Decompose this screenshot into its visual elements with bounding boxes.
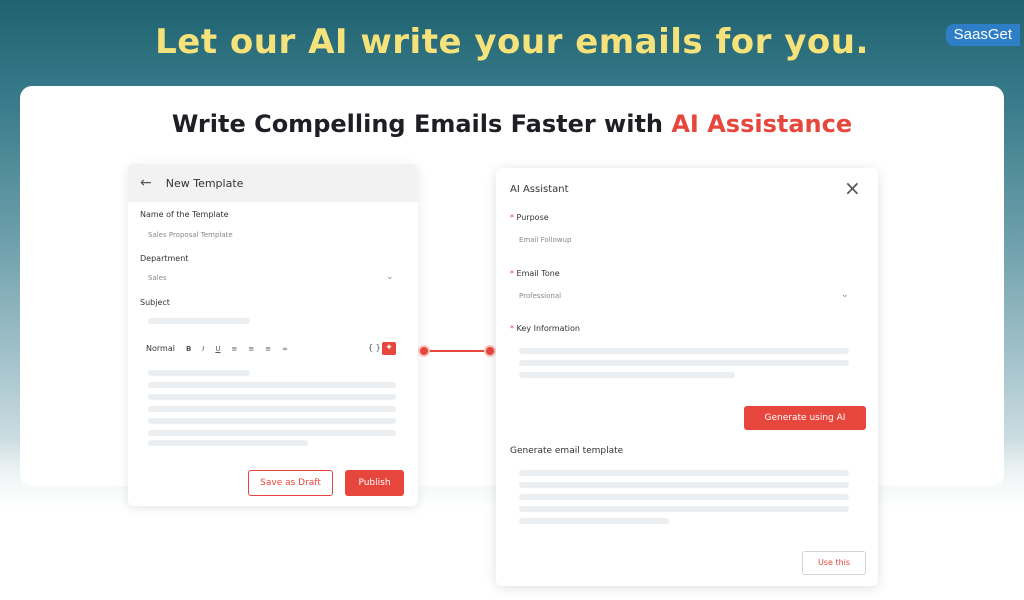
card-subhead: Write Compelling Emails Faster with AI A…: [0, 110, 1024, 138]
italic-button[interactable]: I: [202, 345, 204, 353]
purpose-label: * Purpose: [510, 213, 549, 222]
generate-ai-button[interactable]: Generate using AI: [744, 406, 866, 430]
connector-dot: [484, 345, 496, 357]
back-arrow-icon[interactable]: ←: [140, 175, 152, 191]
tone-label-text: Email Tone: [516, 269, 560, 278]
body-line: [148, 418, 396, 424]
key-info-line: [519, 360, 849, 366]
subhead-main: Write Compelling Emails Faster with: [171, 110, 672, 138]
save-draft-button[interactable]: Save as Draft: [248, 470, 333, 496]
panel-connector: [418, 345, 496, 357]
generated-line: [519, 470, 849, 476]
key-info-label-text: Key Information: [516, 324, 580, 333]
chevron-down-icon[interactable]: ⌄: [841, 290, 849, 300]
code-button[interactable]: { }: [368, 343, 381, 352]
body-line: [148, 406, 396, 412]
publish-button[interactable]: Publish: [345, 470, 404, 496]
bullet-list-icon[interactable]: ≡: [248, 345, 254, 353]
generated-line: [519, 482, 849, 488]
key-info-label: * Key Information: [510, 324, 580, 333]
required-mark: *: [510, 213, 514, 222]
key-info-line: [519, 372, 735, 378]
connector-line: [424, 350, 490, 352]
tone-label: * Email Tone: [510, 269, 560, 278]
generated-line: [519, 518, 669, 524]
template-header: ← New Template: [128, 164, 418, 202]
link-icon[interactable]: ∞: [282, 345, 288, 353]
body-line: [148, 394, 396, 400]
subject-label: Subject: [140, 298, 170, 307]
template-name-input[interactable]: Sales Proposal Template: [148, 231, 233, 239]
key-info-line[interactable]: [519, 348, 849, 354]
template-name-label: Name of the Template: [140, 210, 229, 219]
purpose-label-text: Purpose: [516, 213, 549, 222]
body-line: [148, 382, 396, 388]
headline: Let our AI write your emails for you.: [155, 22, 869, 62]
required-mark: *: [510, 324, 514, 333]
align-icon[interactable]: ≡: [232, 345, 238, 353]
body-line: [148, 370, 250, 376]
new-template-panel: ← New Template Name of the Template Sale…: [128, 164, 418, 506]
close-icon[interactable]: ×: [844, 176, 861, 200]
assistant-title: AI Assistant: [510, 184, 569, 195]
tone-select[interactable]: Professional: [519, 292, 561, 300]
ai-assistant-panel: AI Assistant × * Purpose Email Followup …: [496, 168, 878, 586]
chevron-down-icon[interactable]: ⌄: [386, 272, 394, 282]
use-this-button[interactable]: Use this: [802, 551, 866, 575]
numbered-list-icon[interactable]: ≡: [265, 345, 271, 353]
template-title: New Template: [165, 176, 244, 190]
department-label: Department: [140, 254, 189, 263]
department-select[interactable]: Sales: [148, 274, 167, 282]
generated-template-label: Generate email template: [510, 446, 624, 456]
ai-assist-icon[interactable]: ✦: [382, 342, 396, 355]
subject-input[interactable]: [148, 318, 250, 324]
body-line: [148, 430, 396, 436]
purpose-input[interactable]: Email Followup: [519, 236, 571, 244]
generated-line: [519, 506, 849, 512]
underline-button[interactable]: U: [215, 345, 220, 353]
generated-line: [519, 494, 849, 500]
brand-badge: SaasGet: [945, 24, 1020, 46]
editor-toolbar: Normal B I U ≡ ≡ ≡ ∞: [146, 344, 288, 353]
body-line: [148, 440, 308, 446]
connector-dot: [418, 345, 430, 357]
subhead-accent: AI Assistance: [671, 110, 853, 138]
bold-button[interactable]: B: [186, 345, 191, 353]
required-mark: *: [510, 269, 514, 278]
style-select[interactable]: Normal: [146, 344, 175, 353]
